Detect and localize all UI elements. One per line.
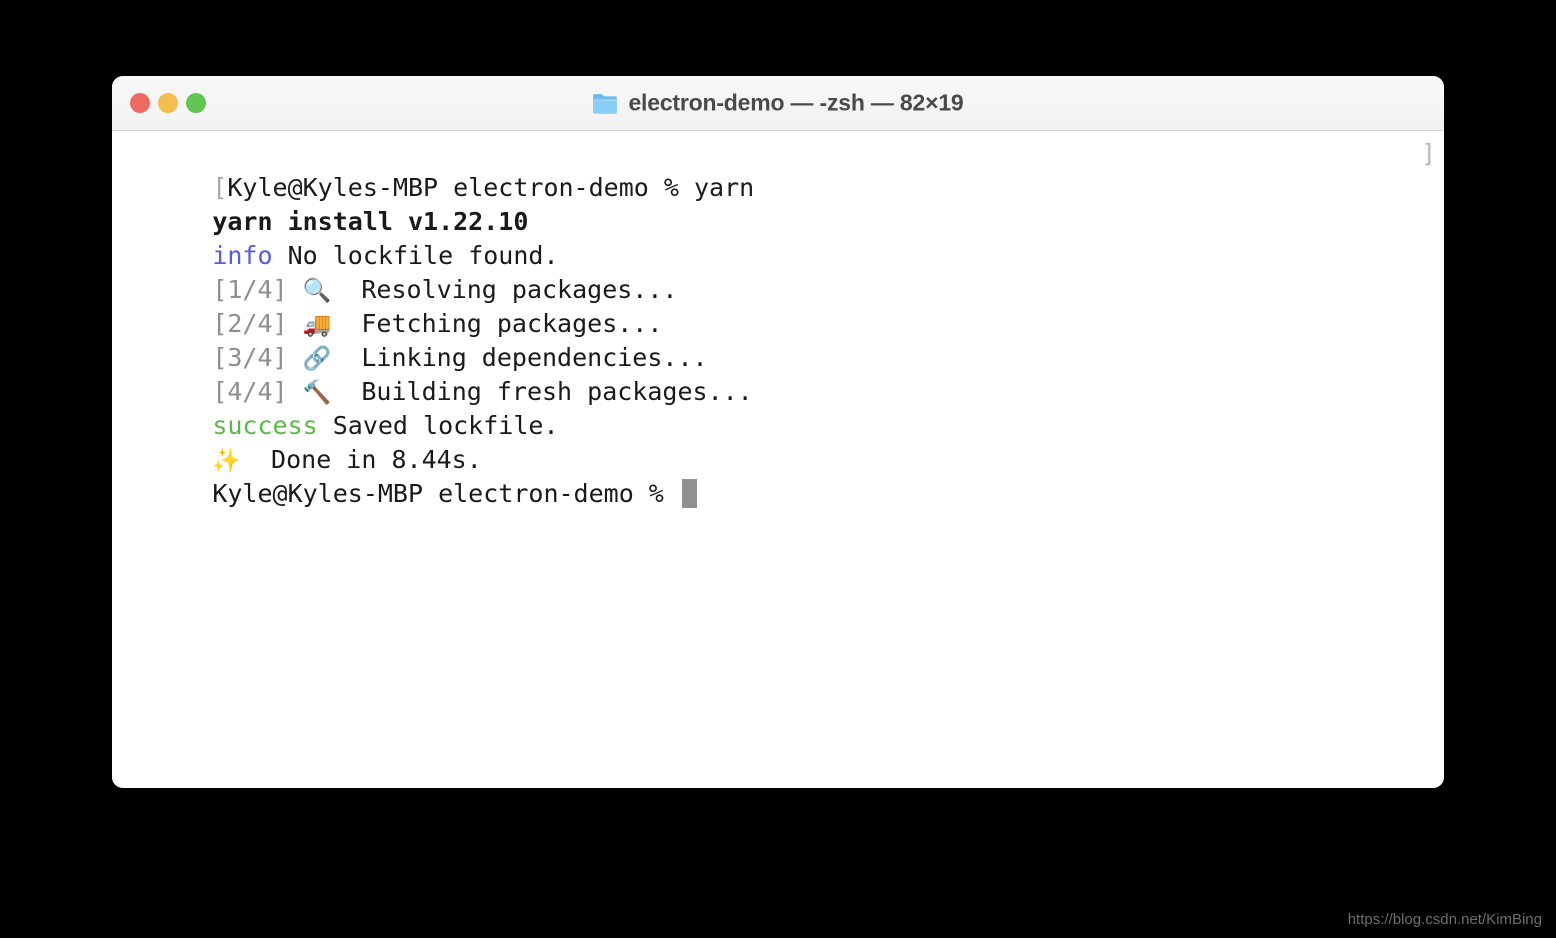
- folder-icon: [593, 93, 618, 114]
- terminal-output-area[interactable]: [Kyle@Kyles-MBP electron-demo % yarn ] y…: [112, 131, 1444, 788]
- terminal-line: success Saved lockfile.: [112, 375, 1444, 440]
- terminal-line: [4/4] 🔨 Building fresh packages...: [112, 341, 1444, 406]
- shell-prompt-text: Kyle@Kyles-MBP electron-demo %: [212, 479, 679, 508]
- zoom-button[interactable]: [186, 93, 206, 113]
- minimize-button[interactable]: [158, 93, 178, 113]
- terminal-line: [1/4] 🔍 Resolving packages...: [112, 239, 1444, 304]
- terminal-line: [3/4] 🔗 Linking dependencies...: [112, 307, 1444, 372]
- terminal-line: [Kyle@Kyles-MBP electron-demo % yarn ]: [112, 137, 1444, 202]
- watermark-text: https://blog.csdn.net/KimBing: [1347, 911, 1542, 928]
- close-button[interactable]: [130, 93, 150, 113]
- text-cursor: [681, 479, 697, 508]
- window-title-text: electron-demo — -zsh — 82×19: [628, 89, 964, 116]
- terminal-line: ✨ Done in 8.44s.: [112, 409, 1444, 474]
- terminal-line: yarn install v1.22.10: [112, 171, 1444, 236]
- terminal-line: info No lockfile found.: [112, 205, 1444, 270]
- window-title-bar[interactable]: electron-demo — -zsh — 82×19: [112, 76, 1444, 131]
- terminal-window[interactable]: electron-demo — -zsh — 82×19 [Kyle@Kyles…: [112, 76, 1444, 788]
- window-title: electron-demo — -zsh — 82×19: [112, 90, 1444, 117]
- traffic-light-group: [130, 93, 206, 113]
- terminal-line: [2/4] 🚚 Fetching packages...: [112, 273, 1444, 338]
- trailing-bracket: ]: [1420, 139, 1436, 168]
- terminal-prompt-line[interactable]: Kyle@Kyles-MBP electron-demo %: [112, 443, 1444, 508]
